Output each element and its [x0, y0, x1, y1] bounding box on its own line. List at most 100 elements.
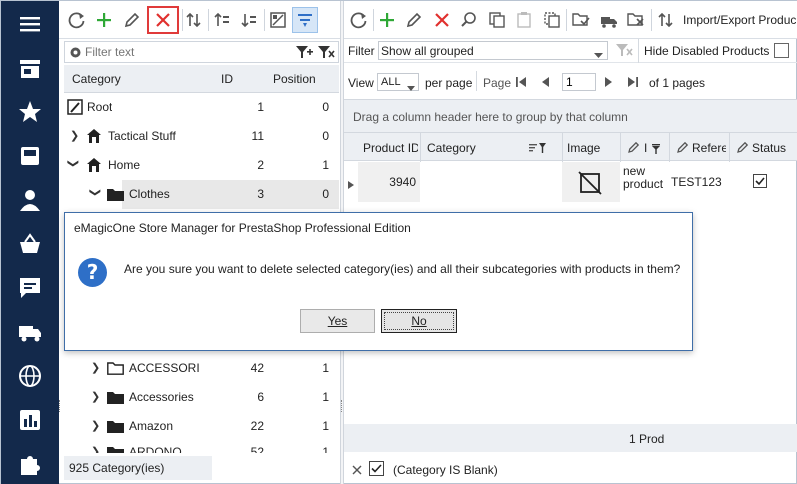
toolbar-divider [651, 9, 652, 31]
move-up-icon[interactable] [209, 7, 235, 33]
col-category[interactable]: Category [72, 72, 121, 86]
import-export-button[interactable]: Import/Export Produc [683, 13, 797, 27]
chevron-right-icon[interactable]: ❯ [91, 390, 100, 403]
add-icon[interactable] [91, 7, 117, 33]
category-toolbar [59, 1, 341, 39]
folder-icon [107, 419, 124, 436]
add-icon[interactable] [374, 7, 400, 33]
move-up-down-icon[interactable] [181, 7, 207, 33]
last-page-icon[interactable] [627, 76, 639, 91]
hide-disabled-checkbox[interactable] [774, 43, 789, 58]
close-filter-icon[interactable] [352, 464, 362, 478]
table-row[interactable]: 3940 new product TEST123 [344, 162, 797, 202]
col-divider [620, 133, 621, 162]
confirm-dialog: eMagicOne Store Manager for PrestaShop P… [64, 212, 693, 351]
chevron-right-icon[interactable]: ❯ [91, 361, 100, 374]
filter-expression[interactable]: (Category IS Blank) [393, 463, 498, 477]
tree-item-position: 1 [322, 445, 329, 453]
move-down-icon[interactable] [236, 7, 262, 33]
tree-row-ardono[interactable]: ❯ ARDONO 52 1 [64, 441, 339, 453]
add-filter-icon[interactable] [295, 45, 313, 62]
basket-icon[interactable] [17, 231, 43, 257]
import-export-icon[interactable] [653, 7, 679, 33]
grid-footer: 1 Prod [344, 424, 797, 452]
edit-pencil-icon [737, 141, 749, 156]
pager-divider [476, 71, 477, 91]
col-name[interactable]: I [644, 141, 647, 155]
shipping-icon[interactable] [596, 7, 622, 33]
next-page-icon[interactable] [603, 76, 615, 91]
tree-row-home[interactable]: ❯ Home 2 1 [64, 151, 339, 180]
truck-icon[interactable] [17, 319, 43, 345]
group-by-area[interactable]: Drag a column header here to group by th… [344, 99, 797, 132]
prev-page-icon[interactable] [539, 76, 551, 91]
search-icon[interactable] [456, 7, 482, 33]
tree-row-accessories[interactable]: ❯ Accessories 6 1 [64, 383, 339, 412]
chevron-right-icon[interactable]: ❯ [70, 129, 79, 142]
yes-button[interactable]: Yes [300, 309, 375, 333]
filter-select-value: Show all grouped [381, 44, 474, 58]
filter-tree-icon[interactable] [292, 7, 318, 33]
message-icon[interactable] [17, 275, 43, 301]
col-reference[interactable]: Refere [692, 141, 726, 155]
assign-category-icon[interactable] [568, 7, 594, 33]
delete-icon[interactable] [429, 7, 455, 33]
cell-image [562, 162, 620, 202]
col-position[interactable]: Position [273, 72, 316, 86]
inbox-icon[interactable] [17, 143, 43, 169]
no-button[interactable]: No [381, 309, 457, 333]
copy-icon[interactable] [484, 7, 510, 33]
store-icon[interactable] [17, 56, 43, 82]
refresh-icon[interactable] [346, 7, 372, 33]
col-image[interactable]: Image [567, 141, 600, 155]
tree-item-position: 1 [322, 158, 329, 172]
col-status[interactable]: Status [752, 141, 786, 155]
user-icon[interactable] [17, 187, 43, 213]
clear-filter-icon[interactable] [317, 45, 335, 62]
paste-icon[interactable] [511, 7, 537, 33]
filter-select[interactable]: Show all grouped [378, 41, 608, 60]
tree-item-label: Amazon [129, 419, 174, 433]
chevron-down-icon [407, 80, 415, 94]
folder-icon [107, 445, 124, 453]
duplicate-icon[interactable] [539, 7, 565, 33]
left-splitter-grip[interactable] [59, 400, 62, 412]
col-id[interactable]: ID [221, 72, 233, 86]
clear-filter-icon[interactable] [615, 43, 633, 60]
filter-enabled-checkbox[interactable] [369, 461, 384, 476]
gear-icon[interactable] [69, 46, 82, 62]
chevron-right-icon[interactable]: ❯ [91, 419, 100, 432]
tree-row-amazon[interactable]: ❯ Amazon 22 1 [64, 412, 339, 441]
chevron-down-icon[interactable]: ❯ [89, 188, 102, 197]
status-checkbox[interactable] [753, 174, 767, 188]
first-page-icon[interactable] [515, 76, 527, 91]
sort-filter-icon[interactable] [529, 142, 547, 157]
tree-row-root[interactable]: Root 1 0 [64, 93, 339, 122]
tree-row-tactical-stuff[interactable]: ❯ Tactical Stuff 11 0 [64, 122, 339, 151]
chevron-down-icon[interactable]: ❯ [67, 159, 80, 168]
col-product-id[interactable]: Product ID [363, 141, 418, 155]
globe-icon[interactable] [17, 363, 43, 389]
right-splitter-grip[interactable] [341, 400, 344, 412]
tree-item-id: 42 [250, 361, 264, 375]
column-filter-icon[interactable] [652, 143, 660, 157]
image-edit-icon[interactable] [265, 7, 291, 33]
col-category[interactable]: Category [427, 141, 476, 155]
page-number-input[interactable] [562, 73, 596, 91]
report-chart-icon[interactable] [17, 407, 43, 433]
edit-pencil-icon[interactable] [401, 7, 427, 33]
view-select[interactable]: ALL [377, 73, 419, 91]
tree-row-clothes[interactable]: ❯ Clothes 3 0 [64, 180, 339, 209]
edit-pencil-icon[interactable] [119, 7, 145, 33]
star-icon[interactable] [17, 99, 43, 125]
refresh-icon[interactable] [64, 7, 90, 33]
hamburger-menu-icon[interactable] [17, 11, 43, 37]
delete-icon[interactable] [147, 6, 179, 34]
puzzle-icon[interactable] [17, 451, 43, 477]
tree-row-accessori[interactable]: ❯ ACCESSORI 42 1 [64, 354, 339, 383]
filter-text-input[interactable] [85, 44, 285, 60]
col-divider [420, 133, 421, 162]
remove-category-icon[interactable] [623, 7, 649, 33]
chevron-right-icon[interactable]: ❯ [91, 445, 100, 453]
tree-item-position: 1 [322, 390, 329, 404]
